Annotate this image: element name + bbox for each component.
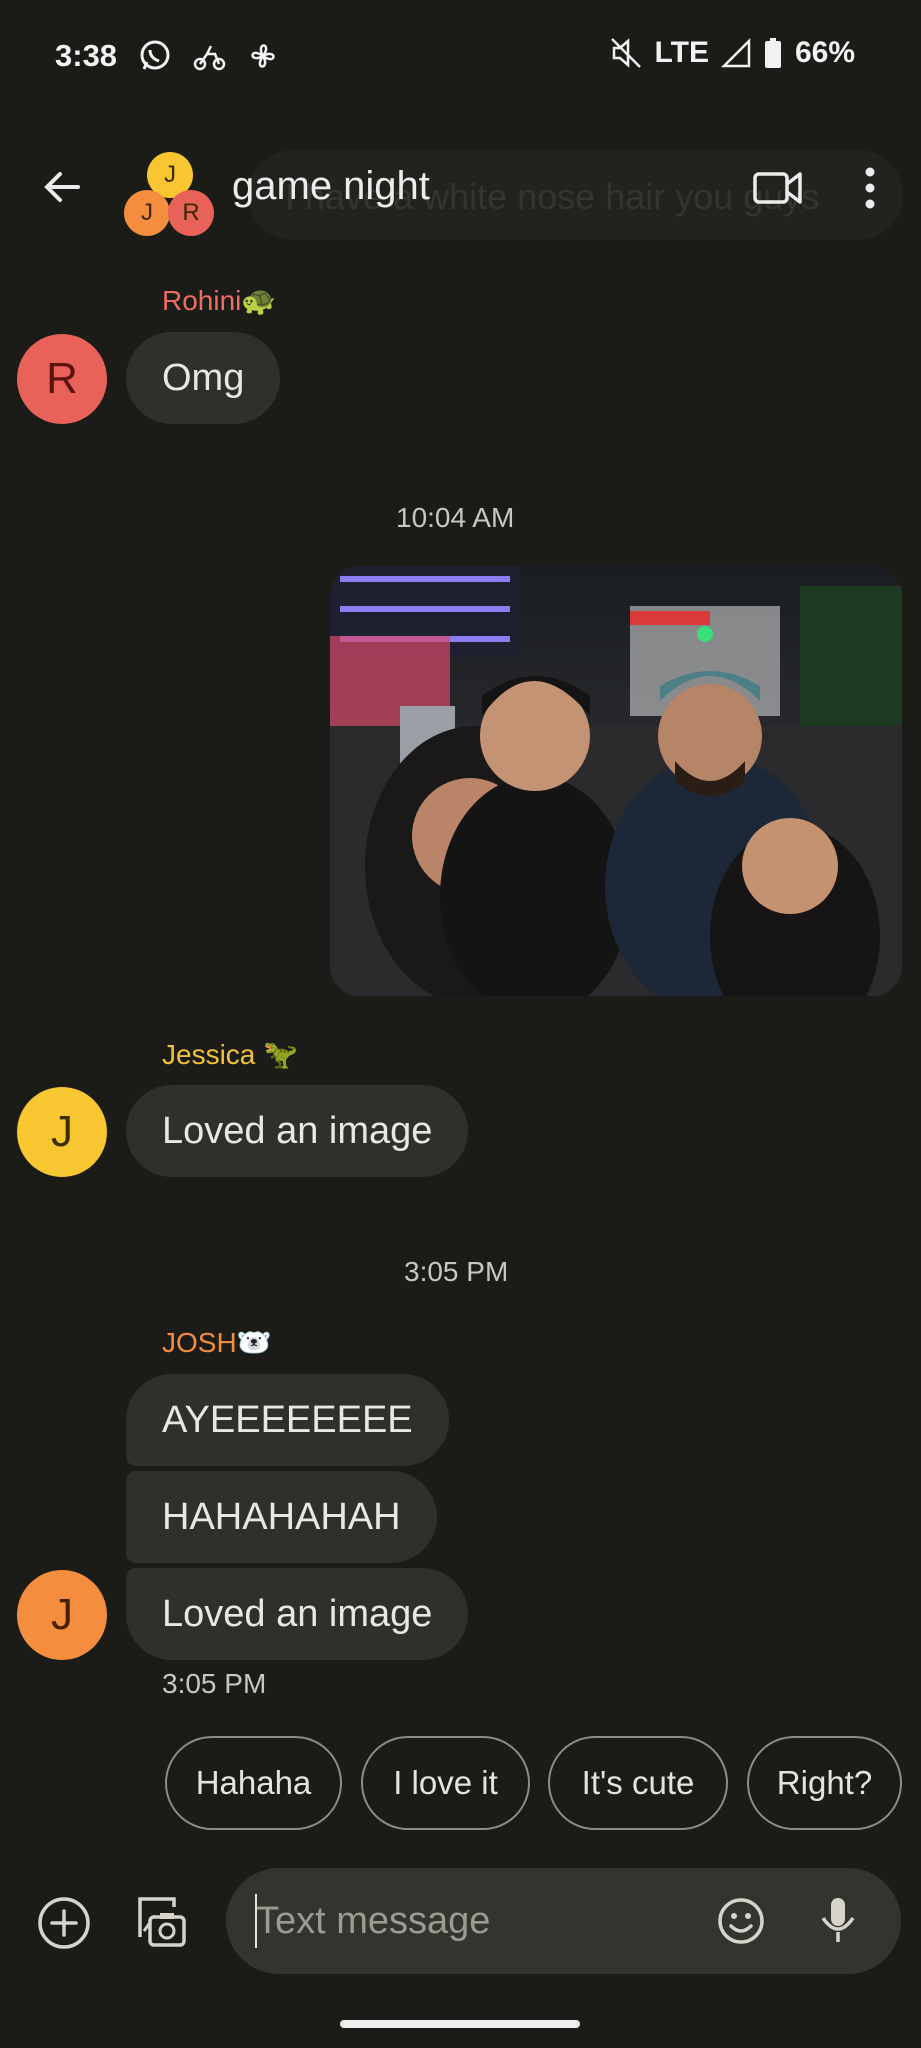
- text-cursor: [255, 1894, 257, 1948]
- more-options-icon[interactable]: [850, 162, 890, 214]
- mute-icon: [610, 38, 641, 68]
- message-timestamp: 3:05 PM: [162, 1668, 267, 1699]
- whatsapp-icon: [140, 40, 170, 70]
- smart-reply-chip[interactable]: I love it: [361, 1736, 530, 1830]
- message-input-placeholder[interactable]: Text message: [256, 1900, 490, 1943]
- time-divider: 10:04 AM: [396, 502, 515, 533]
- network-label: LTE: [654, 36, 709, 69]
- status-time: 3:38: [55, 38, 118, 73]
- sender-name-josh: JOSH🐻‍❄️: [162, 1327, 272, 1358]
- message-bubble[interactable]: HAHAHAHAH: [126, 1471, 437, 1563]
- messages-screen: 3:38 LTE 66% I have a white nose hair yo…: [0, 0, 921, 2048]
- delivery-bike-icon: [193, 45, 226, 71]
- sender-name-rohini: Rohini🐢: [162, 285, 277, 316]
- conversation-header: I have a white nose hair you guys J J R …: [0, 140, 921, 240]
- avatar-josh[interactable]: J: [17, 1570, 107, 1660]
- time-divider: 3:05 PM: [404, 1256, 509, 1287]
- message-input[interactable]: Text message: [226, 1868, 901, 1974]
- avatar-jessica[interactable]: J: [17, 1087, 107, 1177]
- smart-reply-chip[interactable]: Hahaha: [165, 1736, 342, 1830]
- avatar-rohini[interactable]: R: [17, 334, 107, 424]
- message-bubble[interactable]: AYEEEEEEEE: [126, 1374, 449, 1466]
- add-attachment-icon[interactable]: [36, 1895, 92, 1951]
- group-avatar-rohini: R: [168, 190, 214, 236]
- group-avatar-josh: J: [124, 190, 170, 236]
- message-bubble[interactable]: Omg: [126, 332, 281, 424]
- status-bar: 3:38 LTE 66%: [0, 30, 921, 86]
- gallery-camera-icon[interactable]: [130, 1893, 188, 1951]
- photo-message[interactable]: [330, 566, 902, 996]
- smart-reply-chip[interactable]: Right?: [747, 1736, 902, 1830]
- battery-icon: [764, 38, 781, 68]
- smart-reply-chip[interactable]: It's cute: [548, 1736, 728, 1830]
- group-photo-image: [330, 566, 902, 996]
- signal-icon: [720, 38, 751, 68]
- video-call-icon[interactable]: [752, 162, 804, 214]
- group-avatar[interactable]: J J R: [124, 146, 216, 238]
- home-indicator[interactable]: [340, 2020, 580, 2028]
- message-bubble[interactable]: Loved an image: [126, 1568, 469, 1660]
- sender-name-jessica: Jessica 🦖: [162, 1039, 299, 1070]
- conversation-title[interactable]: game night: [232, 164, 430, 209]
- emoji-icon[interactable]: [716, 1896, 766, 1946]
- microphone-icon[interactable]: [816, 1894, 860, 1948]
- back-arrow-icon[interactable]: [38, 162, 88, 212]
- battery-percent: 66%: [794, 36, 855, 69]
- message-bubble[interactable]: Loved an image: [126, 1085, 469, 1177]
- pinwheel-icon: [251, 44, 275, 68]
